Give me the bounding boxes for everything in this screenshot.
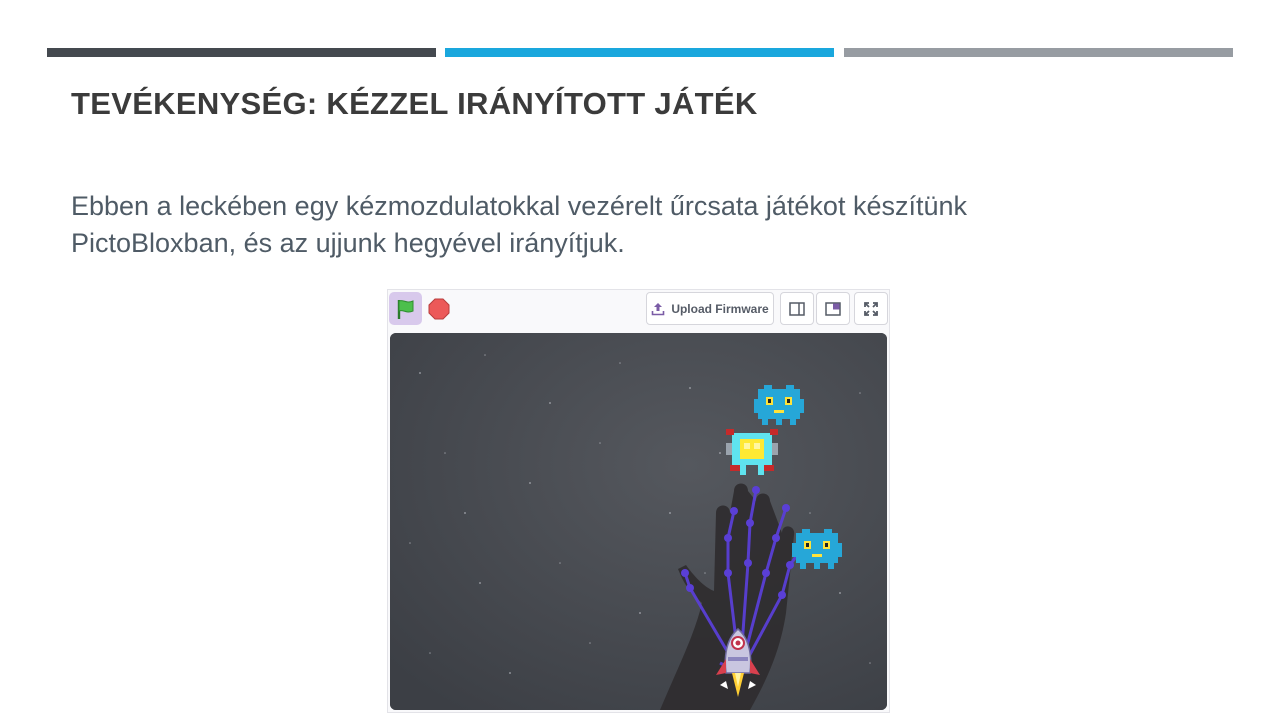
body-line-1: Ebben a leckében egy kézmozdulatokkal ve… — [71, 191, 967, 221]
pictoblox-stage-screenshot: Upload Firmware — [387, 289, 890, 713]
fullscreen-button[interactable] — [854, 292, 888, 325]
alien-blue-right — [792, 529, 842, 569]
accent-bar-gray — [844, 48, 1233, 57]
stage-toolbar: Upload Firmware — [388, 290, 889, 330]
stop-button[interactable] — [427, 297, 451, 321]
green-flag-icon — [397, 299, 413, 319]
large-stage-button[interactable] — [816, 292, 850, 325]
accent-bar-blue — [445, 48, 834, 57]
green-flag-button[interactable] — [389, 292, 422, 325]
small-stage-icon — [789, 301, 805, 316]
slide-body: Ebben a leckében egy kézmozdulatokkal ve… — [71, 188, 1071, 262]
space-background — [390, 333, 887, 710]
upload-icon — [652, 302, 665, 315]
alien-blue-top — [754, 385, 804, 425]
upload-firmware-button[interactable]: Upload Firmware — [646, 292, 774, 325]
fullscreen-icon — [864, 301, 878, 316]
stop-icon — [428, 298, 450, 320]
slide-title: TEVÉKENYSÉG: KÉZZEL IRÁNYÍTOTT JÁTÉK — [71, 86, 758, 121]
upload-firmware-label: Upload Firmware — [671, 301, 769, 316]
body-line-2: PictoBloxban, és az ujjunk hegyével irán… — [71, 228, 625, 258]
accent-bar-dark — [47, 48, 436, 57]
large-stage-icon — [825, 301, 841, 316]
game-stage[interactable] — [390, 333, 887, 710]
small-stage-button[interactable] — [780, 292, 814, 325]
